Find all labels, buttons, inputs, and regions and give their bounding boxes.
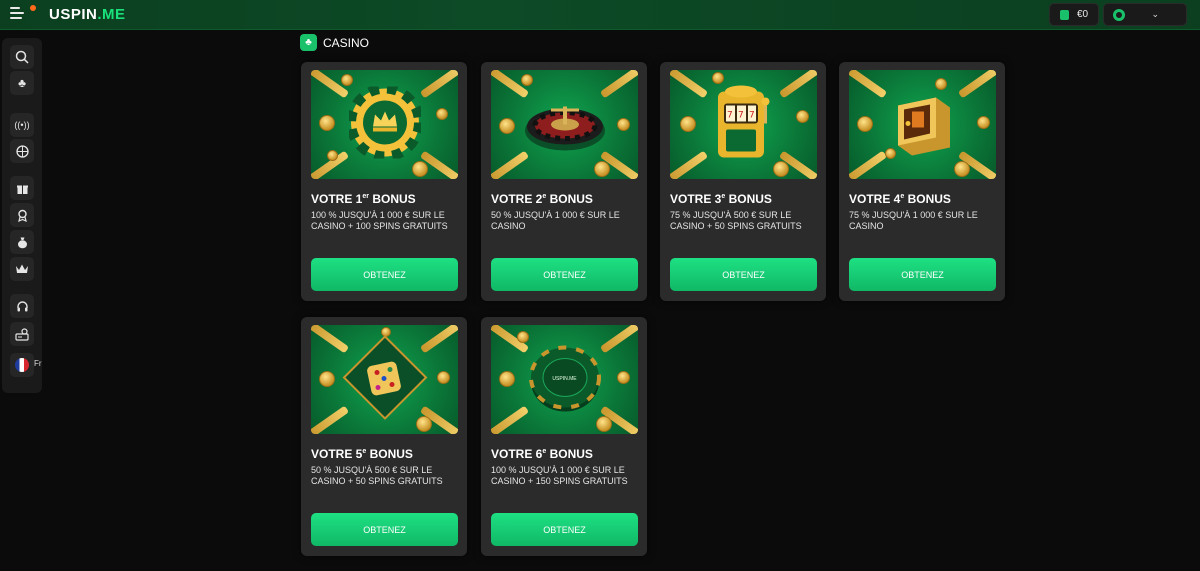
- obtenez-button[interactable]: OBTENEZ: [491, 258, 638, 291]
- card-description: 50 % JUSQU'À 1 000 € SUR LE CASINO: [491, 210, 620, 231]
- wallet-button[interactable]: €0: [1049, 3, 1099, 26]
- crown-icon[interactable]: [10, 257, 34, 281]
- user-icon: [1113, 8, 1125, 21]
- card-description: 75 % JUSQU'À 1 000 € SUR LE CASINO: [849, 210, 978, 231]
- obtenez-button[interactable]: OBTENEZ: [849, 258, 996, 291]
- bonus-image-slot-machine: 777: [670, 70, 817, 179]
- medal-icon[interactable]: [10, 203, 34, 227]
- svg-text:7: 7: [727, 110, 733, 120]
- sidebar: ♣ ((•)): [2, 38, 42, 393]
- chevron-down-icon: ⌄: [1151, 9, 1159, 19]
- chip-logo-icon: USPIN.ME: [525, 337, 605, 422]
- svg-text:7: 7: [738, 110, 744, 120]
- section-header: ♣ CASINO: [300, 34, 369, 51]
- bonus-card: USPIN.ME VOTRE 6e BONUS 100 % JUSQU'À 1 …: [481, 317, 647, 556]
- bonus-image-dice: [311, 325, 458, 434]
- obtenez-button[interactable]: OBTENEZ: [670, 258, 817, 291]
- search-icon[interactable]: [10, 45, 34, 69]
- card-title: VOTRE 6e BONUS: [491, 447, 593, 461]
- money-bag-icon[interactable]: [10, 230, 34, 254]
- profile-button[interactable]: ⌄: [1103, 3, 1187, 26]
- bonus-image-chip-crown: [311, 70, 458, 179]
- bonus-image-roulette: [491, 70, 638, 179]
- card-title: VOTRE 5e BONUS: [311, 447, 413, 461]
- obtenez-button[interactable]: OBTENEZ: [491, 513, 638, 546]
- svg-text:7: 7: [749, 110, 755, 120]
- logo[interactable]: USPIN.ME: [49, 6, 126, 23]
- balance-amount: €0: [1076, 9, 1089, 20]
- basketball-icon[interactable]: [10, 139, 34, 163]
- card-title: VOTRE 1er BONUS: [311, 192, 416, 206]
- club-icon[interactable]: ♣: [10, 71, 34, 95]
- broadcast-icon[interactable]: ((•)): [10, 113, 34, 137]
- france-flag-icon: [15, 358, 29, 372]
- obtenez-button[interactable]: OBTENEZ: [311, 258, 458, 291]
- card-description: 50 % JUSQU'À 500 € SUR LE CASINO + 50 SP…: [311, 465, 443, 486]
- section-title: CASINO: [323, 35, 370, 50]
- language-label: Fr: [34, 359, 42, 368]
- logo-main: USPIN: [49, 6, 98, 23]
- hamburger-icon[interactable]: [10, 7, 26, 21]
- logo-accent: .ME: [97, 6, 126, 23]
- bonus-image-safe: [849, 70, 996, 179]
- card-description: 75 % JUSQU'À 500 € SUR LE CASINO + 50 SP…: [670, 210, 802, 231]
- bonus-card: 777 VOTRE 3e BONUS 75 % JUSQU'À 500 € SU…: [660, 62, 826, 301]
- wallet-icon: [1059, 9, 1069, 20]
- bonus-card: VOTRE 2e BONUS 50 % JUSQU'À 1 000 € SUR …: [481, 62, 647, 301]
- card-description: 100 % JUSQU'À 1 000 € SUR LE CASINO + 15…: [491, 465, 628, 486]
- top-bar: USPIN.ME €0 ⌄: [0, 0, 1200, 30]
- chip-logo-text: USPIN.ME: [552, 375, 577, 382]
- safe-icon: [888, 87, 958, 162]
- card-title: VOTRE 4e BONUS: [849, 192, 951, 206]
- roulette-icon: [523, 90, 607, 159]
- gift-icon[interactable]: [10, 176, 34, 200]
- notification-dot: [30, 5, 36, 11]
- language-button[interactable]: [10, 353, 34, 377]
- dice-icon: [340, 332, 430, 427]
- bonus-card: VOTRE 5e BONUS 50 % JUSQU'À 500 € SUR LE…: [301, 317, 467, 556]
- card-title: VOTRE 3e BONUS: [670, 192, 772, 206]
- headset-icon[interactable]: [10, 294, 34, 318]
- card-description: 100 % JUSQU'À 1 000 € SUR LE CASINO + 10…: [311, 210, 448, 231]
- cashier-icon[interactable]: [10, 322, 34, 346]
- bonus-card: VOTRE 1er BONUS 100 % JUSQU'À 1 000 € SU…: [301, 62, 467, 301]
- bonus-card: VOTRE 4e BONUS 75 % JUSQU'À 1 000 € SUR …: [839, 62, 1005, 301]
- slot-machine-icon: 777: [714, 83, 774, 166]
- chip-crown-icon: [345, 83, 424, 163]
- obtenez-button[interactable]: OBTENEZ: [311, 513, 458, 546]
- club-icon: ♣: [300, 34, 317, 51]
- card-title: VOTRE 2e BONUS: [491, 192, 593, 206]
- bonus-image-chip-logo: USPIN.ME: [491, 325, 638, 434]
